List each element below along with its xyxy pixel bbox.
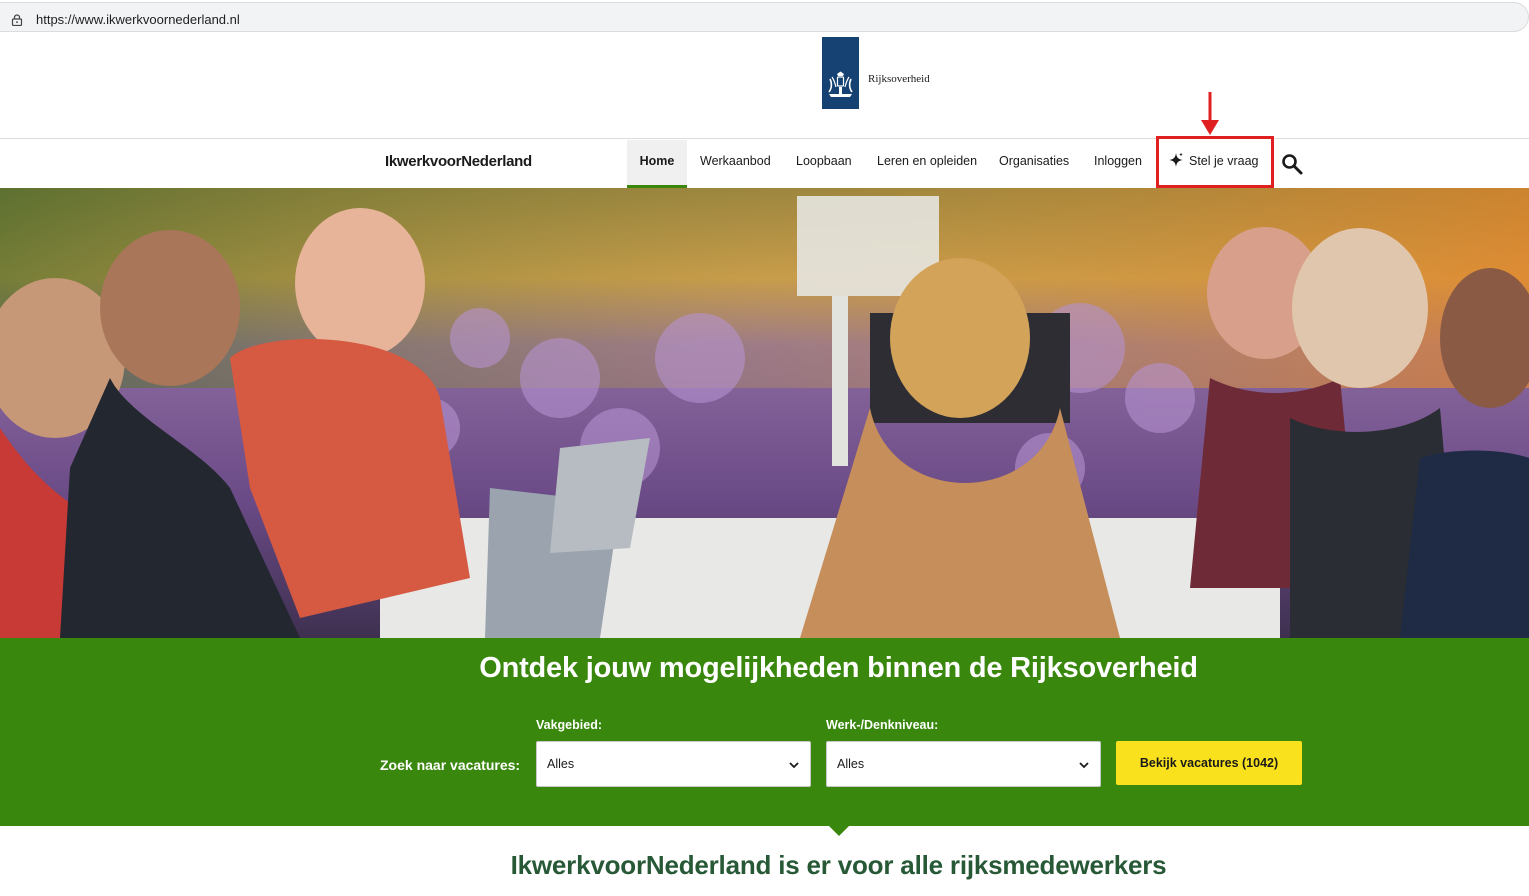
vacancy-search-band: Ontdek jouw mogelijkheden binnen de Rijk…: [0, 638, 1529, 836]
rijksoverheid-wordmark: Rijksoverheid: [868, 73, 930, 85]
nav-item-inloggen[interactable]: Inloggen: [1094, 140, 1142, 188]
lock-icon: [11, 14, 23, 26]
hero-headline: Ontdek jouw mogelijkheden binnen de Rijk…: [479, 652, 1198, 684]
vakgebied-value: Alles: [547, 757, 575, 771]
url-text: https://www.ikwerkvoornederland.nl: [36, 12, 240, 27]
government-logo-band: Rijksoverheid: [0, 36, 1529, 139]
intro-heading: IkwerkvoorNederland is er voor alle rijk…: [510, 850, 1167, 880]
vakgebied-select[interactable]: Alles: [536, 741, 811, 787]
site-logo[interactable]: IkwerkvoorNederland: [385, 153, 532, 170]
site-name-part-1: Ikwerkvoor: [385, 153, 462, 170]
werkniveau-select[interactable]: Alles: [826, 741, 1101, 787]
nav-item-organisaties[interactable]: Organisaties: [999, 140, 1069, 188]
werkniveau-label: Werk-/Denkniveau:: [826, 718, 939, 732]
crest-icon: [828, 71, 853, 97]
url-field[interactable]: https://www.ikwerkvoornederland.nl: [0, 2, 1529, 32]
hero-image: [0, 188, 1529, 638]
main-navigation: IkwerkvoorNederland Home Werkaanbod Loop…: [0, 136, 1529, 188]
annotation-arrow: [1201, 92, 1219, 135]
nav-item-leren-en-opleiden[interactable]: Leren en opleiden: [877, 140, 977, 188]
chevron-down-icon: [789, 762, 799, 769]
section-notch: [829, 826, 849, 836]
site-name-part-2: Nederland: [461, 153, 532, 170]
chevron-down-icon: [1079, 762, 1089, 769]
search-label: Zoek naar vacatures:: [380, 757, 521, 773]
hero-photo: [0, 188, 1529, 638]
browser-address-bar: https://www.ikwerkvoornederland.nl: [0, 0, 1529, 36]
nav-item-werkaanbod[interactable]: Werkaanbod: [700, 140, 771, 188]
nav-item-loopbaan[interactable]: Loopbaan: [796, 140, 852, 188]
annotation-highlight-box: [1156, 136, 1274, 188]
nav-item-home[interactable]: Home: [627, 140, 687, 188]
vakgebied-label: Vakgebied:: [536, 718, 602, 732]
rijksoverheid-logo[interactable]: [822, 37, 859, 109]
werkniveau-value: Alles: [837, 757, 865, 771]
bekijk-vacatures-button[interactable]: Bekijk vacatures (1042): [1116, 741, 1302, 785]
search-icon[interactable]: [1280, 152, 1304, 176]
